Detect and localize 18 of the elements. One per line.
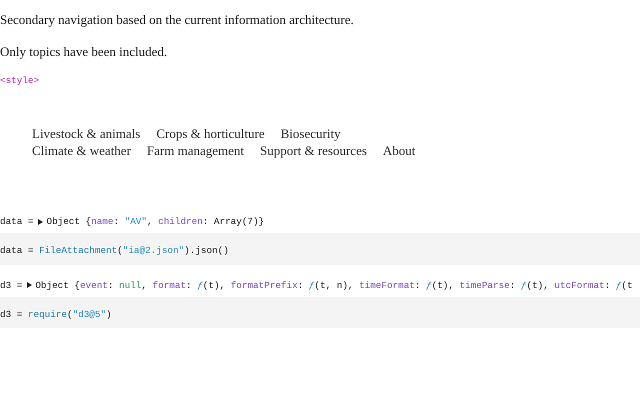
nav-link[interactable]: Farm management bbox=[146, 143, 244, 160]
nav-link[interactable]: About bbox=[382, 143, 416, 160]
cell-output: Object {name: "AV", children: Array(7)} bbox=[46, 216, 264, 228]
nav-link[interactable]: Climate & weather bbox=[32, 143, 131, 160]
cell-source-code[interactable]: data = FileAttachment("ia@2.json").json() bbox=[0, 245, 229, 256]
nav-link[interactable]: Livestock & animals bbox=[32, 126, 140, 144]
code-cell: <style> bbox=[0, 75, 40, 86]
cell-source-code[interactable]: d3 = require("d3@5") bbox=[0, 308, 112, 320]
nav-link[interactable]: Crops & horticulture bbox=[156, 126, 265, 144]
expand-triangle-icon[interactable] bbox=[38, 218, 44, 225]
expand-triangle-icon[interactable] bbox=[27, 282, 32, 288]
variable-name: data = bbox=[0, 216, 34, 228]
nav-link[interactable]: Support & resources bbox=[260, 143, 367, 160]
paragraph: Only topics have been included. bbox=[0, 44, 168, 60]
variable-name: d3 = bbox=[0, 280, 22, 291]
nav-link[interactable]: Biosecurity bbox=[280, 126, 341, 144]
paragraph: Secondary navigation based on the current information architecture. bbox=[0, 12, 355, 28]
cell-output: Object {event: null, format: ƒ(t), formatPrefix: ƒ(t, n), timeFormat: ƒ(t), timeParse: ƒ(t), utcFormat: ƒ(t bbox=[35, 280, 633, 291]
